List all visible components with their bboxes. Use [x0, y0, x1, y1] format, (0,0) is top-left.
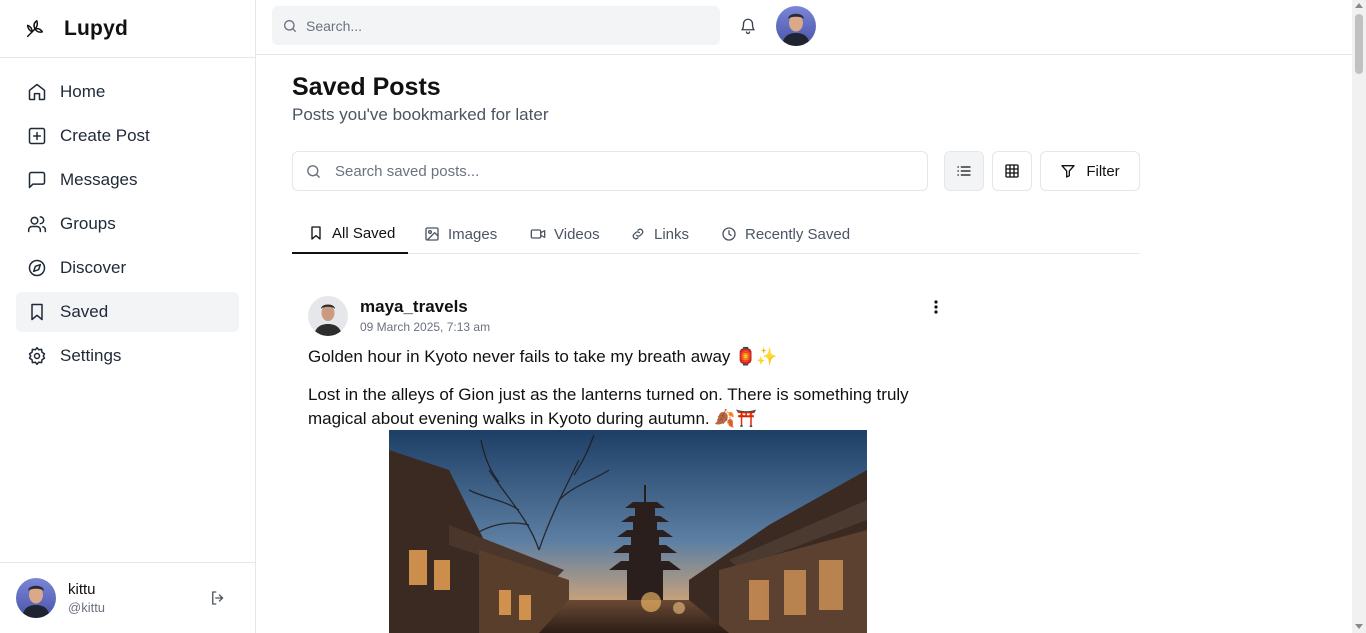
- logout-icon[interactable]: [209, 589, 229, 609]
- post-timestamp: 09 March 2025, 7:13 am: [360, 320, 491, 334]
- clock-icon: [721, 226, 737, 242]
- tab-label: Recently Saved: [745, 225, 851, 243]
- tab-videos[interactable]: Videos: [530, 214, 600, 254]
- sidebar-item-label: Home: [60, 82, 106, 101]
- sidebar-item-saved[interactable]: Saved: [16, 292, 239, 332]
- tab-recently-saved[interactable]: Recently Saved: [721, 214, 850, 254]
- scroll-down-arrow-icon[interactable]: [1355, 624, 1363, 629]
- sidebar-nav: Home Create Post Messages Groups Discove…: [0, 58, 255, 376]
- post-author-username[interactable]: maya_travels: [360, 297, 468, 317]
- bookmark-icon: [308, 225, 324, 241]
- post-body: Lost in the alleys of Gion just as the l…: [308, 385, 909, 428]
- user-meta: kittu @kittu: [68, 581, 105, 615]
- feather-logo-icon: [24, 18, 46, 40]
- grid-view-button[interactable]: [992, 151, 1032, 191]
- tab-label: Links: [654, 225, 690, 243]
- search-icon: [282, 18, 298, 34]
- list-icon: [956, 163, 972, 179]
- search-input[interactable]: [335, 162, 915, 180]
- avatar[interactable]: [776, 6, 816, 46]
- sidebar-item-label: Create Post: [60, 126, 150, 145]
- sidebar-item-label: Messages: [60, 170, 138, 189]
- image-icon: [424, 226, 440, 242]
- tab-images[interactable]: Images: [424, 214, 497, 254]
- sidebar-item-label: Saved: [60, 302, 109, 321]
- sidebar-item-label: Groups: [60, 214, 116, 233]
- compass-icon: [27, 258, 47, 278]
- search-icon: [305, 163, 322, 180]
- topbar: [256, 0, 1352, 55]
- more-vertical-icon[interactable]: [926, 297, 946, 317]
- home-icon: [27, 82, 47, 102]
- message-icon: [27, 170, 47, 190]
- avatar[interactable]: [16, 578, 56, 618]
- tab-all-saved[interactable]: All Saved: [292, 214, 408, 254]
- brand-name: Lupyd: [64, 16, 128, 40]
- saved-posts-search[interactable]: [292, 151, 928, 191]
- users-icon: [27, 214, 47, 234]
- page-title: Saved Posts: [292, 73, 441, 101]
- user-name: kittu: [68, 581, 96, 598]
- tab-links[interactable]: Links: [630, 214, 689, 254]
- scroll-up-arrow-icon[interactable]: [1355, 3, 1363, 8]
- global-search[interactable]: [272, 6, 720, 45]
- filter-button[interactable]: Filter: [1040, 151, 1140, 191]
- bookmark-icon: [27, 302, 47, 322]
- brand[interactable]: Lupyd: [0, 0, 255, 58]
- gear-icon: [27, 346, 47, 366]
- sidebar-item-messages[interactable]: Messages: [16, 160, 239, 200]
- sidebar-item-discover[interactable]: Discover: [16, 248, 239, 288]
- sidebar-item-settings[interactable]: Settings: [16, 336, 239, 376]
- sidebar-item-create-post[interactable]: Create Post: [16, 116, 239, 156]
- page-subtitle: Posts you've bookmarked for later: [292, 105, 549, 124]
- list-view-button[interactable]: [944, 151, 984, 191]
- scrollbar-thumb[interactable]: [1355, 14, 1363, 74]
- post-image[interactable]: [389, 430, 867, 633]
- post-author-avatar[interactable]: [308, 296, 348, 336]
- sidebar-user-profile[interactable]: kittu @kittu: [0, 562, 255, 633]
- link-icon: [630, 226, 646, 242]
- tab-label: All Saved: [332, 224, 396, 242]
- sidebar-item-label: Discover: [60, 258, 127, 277]
- saved-tabs: All Saved Images Videos Links Recently S…: [292, 214, 1140, 254]
- search-input[interactable]: [306, 17, 706, 34]
- page-scrollbar[interactable]: [1352, 0, 1366, 633]
- filter-icon: [1060, 163, 1076, 179]
- sidebar-item-home[interactable]: Home: [16, 72, 239, 112]
- sidebar: Lupyd Home Create Post Messages Groups D…: [0, 0, 256, 633]
- filter-label: Filter: [1086, 162, 1120, 180]
- post-title: Golden hour in Kyoto never fails to take…: [308, 347, 778, 366]
- tab-label: Videos: [554, 225, 600, 243]
- bell-icon[interactable]: [739, 17, 757, 35]
- plus-square-icon: [27, 126, 47, 146]
- user-handle: @kittu: [68, 600, 106, 615]
- sidebar-item-groups[interactable]: Groups: [16, 204, 239, 244]
- tab-label: Images: [448, 225, 498, 243]
- sidebar-item-label: Settings: [60, 346, 122, 365]
- grid-icon: [1004, 163, 1020, 179]
- video-icon: [530, 226, 546, 242]
